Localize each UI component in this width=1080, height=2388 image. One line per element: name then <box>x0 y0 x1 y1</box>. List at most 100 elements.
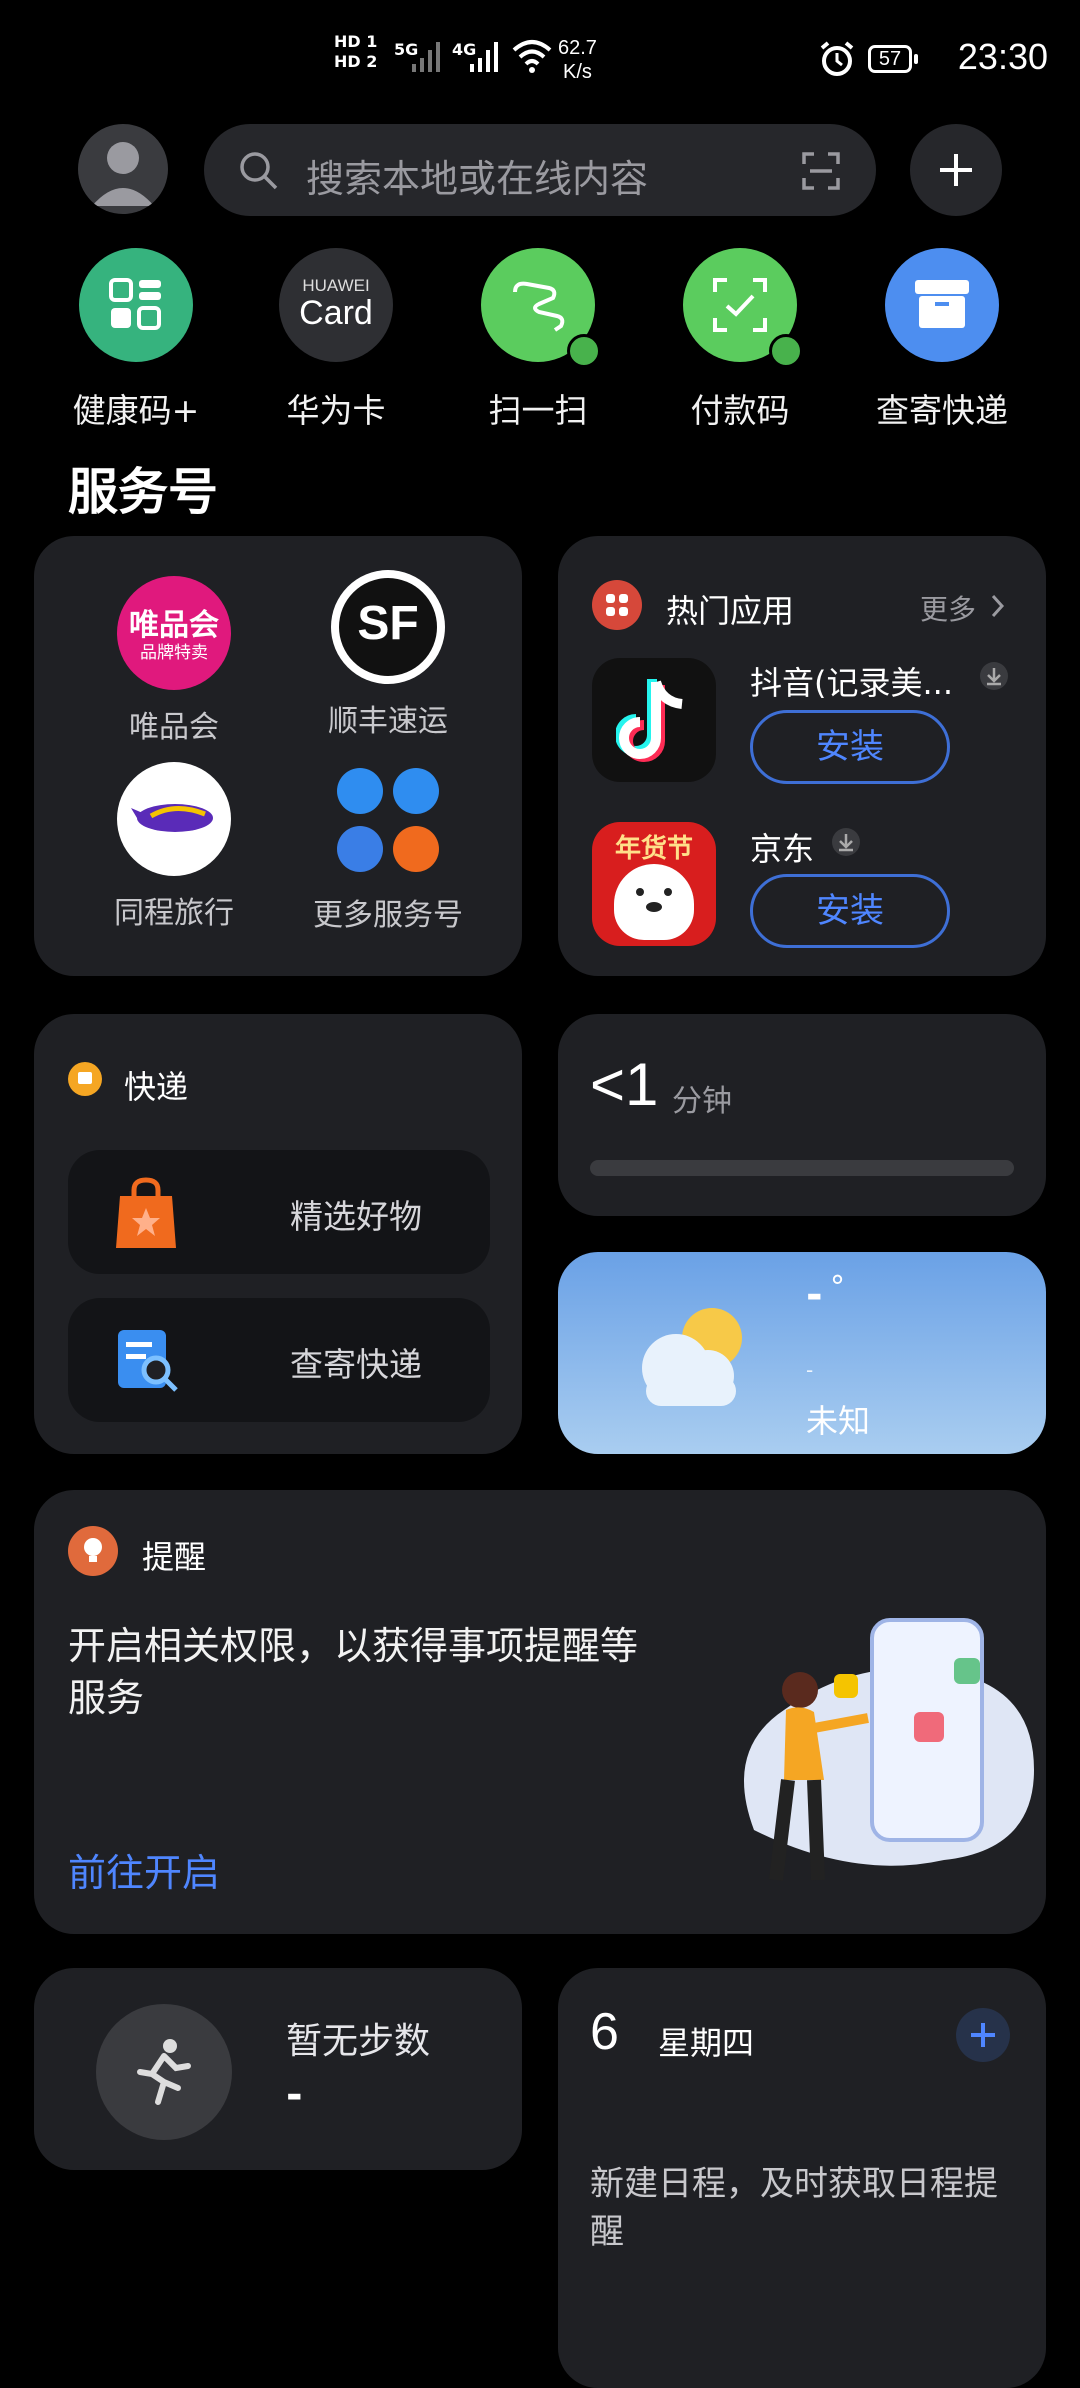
quick-action-label: 健康码+ <box>72 391 200 430</box>
service-label: 更多服务号 <box>313 898 463 933</box>
express-row-label: 查寄快递 <box>290 1345 422 1384</box>
weather-degree: ° <box>830 1270 845 1305</box>
quick-action-scan[interactable]: 扫一扫 <box>458 248 618 432</box>
wechat-icon <box>769 334 803 368</box>
calendar-card[interactable]: 6 星期四 新建日程，及时获取日程提醒 <box>558 1968 1046 2388</box>
app-name: 抖音(记录美... <box>750 664 954 702</box>
hot-apps-icon <box>592 580 642 630</box>
wifi-icon <box>512 40 552 73</box>
express-title: 快递 <box>124 1068 189 1106</box>
huawei-card-logo-top: HUAWEI <box>302 276 370 295</box>
huawei-card-icon: HUAWEI Card <box>279 248 393 362</box>
chevron-right-icon <box>991 594 1005 618</box>
package-icon <box>885 248 999 362</box>
steps-value: - <box>286 2072 303 2118</box>
service-label: 顺丰速运 <box>328 704 448 739</box>
install-button[interactable]: 安装 <box>750 874 950 948</box>
download-icon <box>832 828 860 856</box>
jd-badge-text: 年货节 <box>614 834 693 864</box>
steps-title: 暂无步数 <box>286 2021 431 2062</box>
add-button[interactable] <box>910 124 1002 216</box>
app-name: 京东 <box>750 830 815 868</box>
health-code-icon <box>79 248 193 362</box>
quick-action-label: 付款码 <box>690 391 790 430</box>
avatar[interactable] <box>78 124 168 214</box>
running-icon <box>96 2004 232 2140</box>
status-bar: HD 1 HD 2 5G 4G 62.7 K/s 57 23:30 <box>0 0 1080 120</box>
speed-value: 62.7 <box>558 37 597 59</box>
scan-icon <box>481 248 601 368</box>
battery-indicator: 57 <box>868 45 918 73</box>
sf-logo: SF <box>331 570 445 684</box>
vip-logo-subtext: 品牌特卖 <box>140 643 208 663</box>
signal-icon <box>412 42 440 72</box>
lightbulb-icon <box>68 1526 118 1576</box>
hot-apps-more[interactable]: 更多 <box>920 588 976 628</box>
service-accounts-card: 唯品会 品牌特卖 唯品会 SF 顺丰速运 同程旅行 更多服务号 <box>34 536 522 976</box>
payment-code-icon <box>683 248 803 368</box>
shopping-bag-icon <box>116 1177 176 1248</box>
user-icon <box>92 142 154 206</box>
alarm-icon <box>820 41 854 76</box>
vip-logo: 唯品会 品牌特卖 <box>117 576 231 690</box>
search-icon <box>240 152 278 190</box>
quick-action-label: 查寄快递 <box>876 391 1008 430</box>
commute-value: <1 <box>590 1051 659 1118</box>
network-speed: 62.7 K/s <box>558 36 597 84</box>
search-bar[interactable]: 搜索本地或在线内容 <box>204 124 876 216</box>
sf-logo-text: SF <box>357 597 419 650</box>
commute-progress-bar <box>590 1160 1014 1176</box>
huawei-card-logo-bottom: Card <box>299 294 373 332</box>
cloudy-icon <box>642 1308 742 1406</box>
calendar-weekday: 星期四 <box>658 2024 755 2062</box>
hot-apps-title: 热门应用 <box>666 592 795 630</box>
reminder-card: 提醒 开启相关权限，以获得事项提醒等服务 前往开启 <box>34 1490 1046 1934</box>
plus-icon <box>940 154 972 186</box>
service-vip[interactable]: 唯品会 品牌特卖 唯品会 <box>64 576 284 746</box>
wechat-icon <box>567 334 601 368</box>
service-label: 同程旅行 <box>114 896 234 931</box>
express-row-goods[interactable]: 精选好物 <box>68 1150 490 1274</box>
search-placeholder: 搜索本地或在线内容 <box>306 157 649 201</box>
section-title: 服务号 <box>68 463 218 521</box>
service-more[interactable]: 更多服务号 <box>278 764 498 934</box>
quick-action-health-code[interactable]: 健康码+ <box>56 248 216 432</box>
service-sf-express[interactable]: SF 顺丰速运 <box>278 570 498 740</box>
more-services-icon <box>331 764 445 878</box>
express-card: 快递 精选好物 查寄快递 <box>34 1014 522 1454</box>
signal-icon <box>470 42 498 72</box>
scan-icon[interactable] <box>800 150 842 192</box>
clock: 23:30 <box>957 36 1048 77</box>
douyin-app-icon[interactable] <box>592 658 716 782</box>
quick-action-payment-code[interactable]: 付款码 <box>660 248 820 432</box>
express-row-label: 精选好物 <box>290 1197 422 1236</box>
steps-card[interactable]: 暂无步数 - <box>34 1968 522 2170</box>
weather-card[interactable]: - ° - 未知 <box>558 1252 1046 1454</box>
quick-action-label: 华为卡 <box>286 391 386 430</box>
reminder-title: 提醒 <box>142 1538 207 1576</box>
install-button[interactable]: 安装 <box>750 710 950 784</box>
tongcheng-logo <box>117 762 231 876</box>
plus-icon <box>971 2023 995 2047</box>
add-event-button[interactable] <box>956 2008 1010 2062</box>
service-label: 唯品会 <box>129 710 219 745</box>
hot-apps-card: 热门应用 更多 抖音(记录美... 安装 年货节 京东 安装 <box>558 536 1046 976</box>
jd-app-icon[interactable]: 年货节 <box>592 822 716 946</box>
sim-indicators: HD 1 HD 2 <box>334 32 377 72</box>
reminder-illustration <box>744 1618 1034 1881</box>
document-search-icon <box>118 1330 178 1392</box>
quick-action-express-query[interactable]: 查寄快递 <box>862 248 1022 432</box>
weather-temp: - <box>806 1272 823 1318</box>
weather-sub: - <box>806 1358 814 1382</box>
reminder-body: 开启相关权限，以获得事项提醒等服务 <box>68 1624 639 1720</box>
reminder-action-link[interactable]: 前往开启 <box>68 1842 220 1897</box>
commute-card[interactable]: <1 分钟 <box>558 1014 1046 1216</box>
calendar-day: 6 <box>590 2003 619 2061</box>
service-tongcheng[interactable]: 同程旅行 <box>64 762 284 932</box>
quick-action-huawei-card[interactable]: HUAWEI Card 华为卡 <box>256 248 416 432</box>
hd1-label: HD 1 <box>334 32 378 51</box>
express-row-query[interactable]: 查寄快递 <box>68 1298 490 1422</box>
weather-condition: 未知 <box>806 1402 871 1440</box>
calendar-body: 新建日程，及时获取日程提醒 <box>590 2164 998 2252</box>
commute-unit: 分钟 <box>672 1084 732 1119</box>
